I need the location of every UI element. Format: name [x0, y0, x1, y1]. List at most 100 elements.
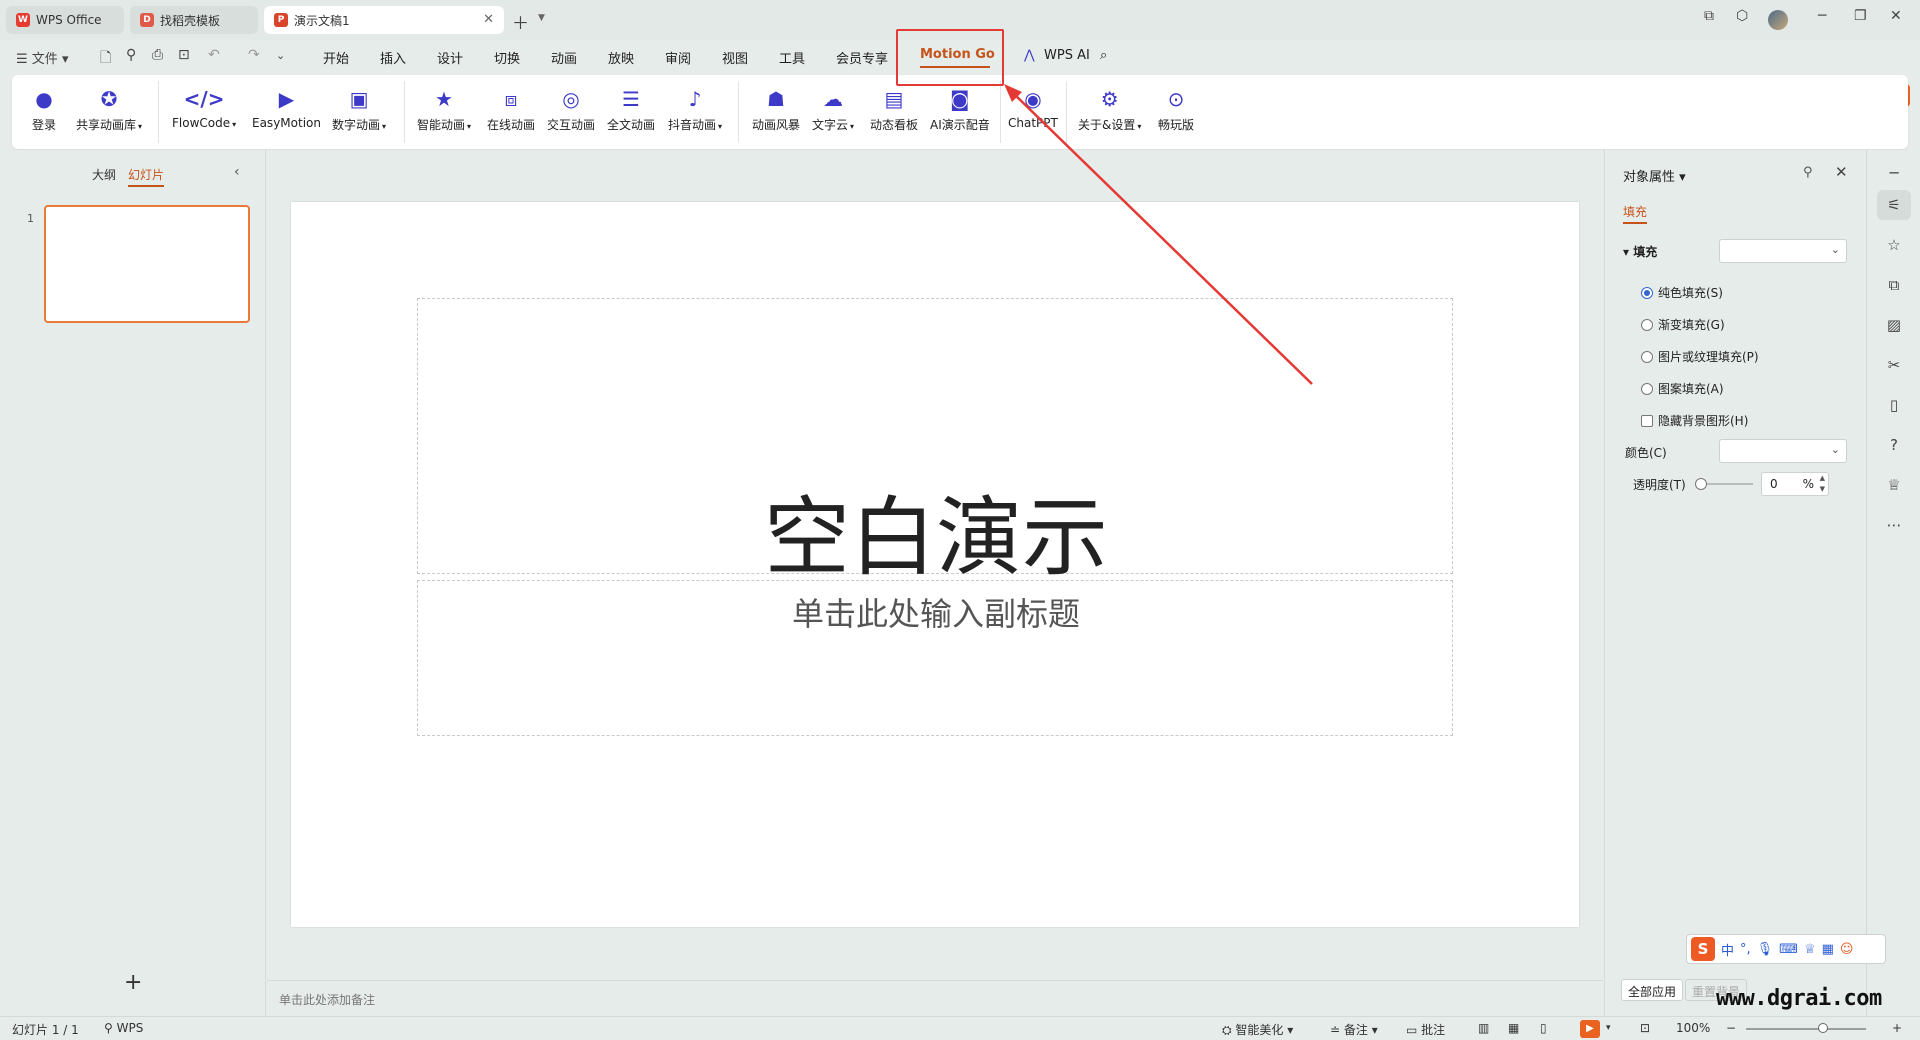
- hide-background-checkbox[interactable]: 隐藏背景图形(H): [1641, 412, 1748, 429]
- undo-icon[interactable]: ↶: [208, 47, 220, 63]
- spin-arrows-icon[interactable]: ▲ ▼: [1820, 473, 1825, 495]
- ribbon-easymotion-button[interactable]: ▶ EasyMotion: [252, 85, 321, 130]
- ribbon-smart-anim-button[interactable]: ★ 智能动画 ▾: [417, 85, 471, 133]
- tools-icon[interactable]: ✂: [1884, 356, 1904, 374]
- sorter-view-icon[interactable]: ▦: [1508, 1021, 1519, 1035]
- tab-outline[interactable]: 大纲: [92, 166, 116, 183]
- ribbon-interactive-anim-button[interactable]: ◎ 交互动画: [547, 85, 595, 133]
- menu-member[interactable]: 会员专享: [836, 48, 888, 67]
- collapse-panel-icon[interactable]: ‹: [234, 164, 240, 180]
- window-layout-icon[interactable]: ⧉: [1704, 8, 1714, 24]
- ribbon-storm-button[interactable]: ☗ 动画风暴: [752, 85, 800, 133]
- ribbon-settings-button[interactable]: ⚙ 关于&设置 ▾: [1078, 85, 1141, 133]
- radio-pattern-fill[interactable]: 图案填充(A): [1641, 380, 1724, 397]
- ribbon-ai-voice-button[interactable]: ◙ AI演示配音: [930, 85, 990, 133]
- ribbon-flowcode-button[interactable]: </> FlowCode ▾: [172, 85, 236, 130]
- apps-icon[interactable]: ▦: [1822, 942, 1834, 957]
- star-icon[interactable]: ☆: [1884, 236, 1904, 254]
- radio-solid-fill[interactable]: 纯色填充(S): [1641, 284, 1723, 301]
- menu-animation[interactable]: 动画: [551, 48, 577, 67]
- close-tab-icon[interactable]: ✕: [483, 12, 494, 27]
- ime-toolbar[interactable]: S 中 °, 🎙 ⌨ ♕ ▦ ☺: [1686, 934, 1886, 964]
- chevron-down-icon[interactable]: ▾: [1606, 1023, 1611, 1033]
- subtitle-placeholder[interactable]: 单击此处输入副标题: [417, 580, 1453, 736]
- tab-wps-office[interactable]: W WPS Office: [6, 6, 124, 34]
- slide[interactable]: 空白演示 单击此处输入副标题: [291, 202, 1579, 927]
- properties-icon[interactable]: ⚟: [1877, 190, 1911, 220]
- menu-insert[interactable]: 插入: [380, 48, 406, 67]
- ribbon-fulltext-anim-button[interactable]: ☰ 全文动画: [607, 85, 655, 133]
- menu-transition[interactable]: 切换: [494, 48, 520, 67]
- ribbon-dashboard-button[interactable]: ▤ 动态看板: [870, 85, 918, 133]
- menu-design[interactable]: 设计: [437, 48, 463, 67]
- more-icon[interactable]: ⋯: [1884, 516, 1904, 534]
- radio-picture-fill[interactable]: 图片或纹理填充(P): [1641, 348, 1759, 365]
- zoom-slider-handle[interactable]: [1818, 1023, 1828, 1033]
- search-icon[interactable]: ⌕: [1100, 48, 1107, 63]
- ribbon-chatppt-button[interactable]: ◉ ChatPPT: [1008, 85, 1058, 130]
- ribbon-number-anim-button[interactable]: ▣ 数字动画 ▾: [332, 85, 386, 133]
- add-slide-icon[interactable]: +: [124, 970, 142, 995]
- keyboard-icon[interactable]: ⌨: [1779, 942, 1798, 957]
- menu-view[interactable]: 视图: [722, 48, 748, 67]
- punctuation-icon[interactable]: °,: [1740, 942, 1751, 957]
- document-icon[interactable]: ▯: [1884, 396, 1904, 414]
- tab-fill[interactable]: 填充: [1623, 203, 1648, 224]
- ime-mode[interactable]: 中: [1721, 940, 1734, 959]
- tab-presentation[interactable]: P 演示文稿1 ✕: [264, 6, 504, 34]
- zoom-in-icon[interactable]: +: [1892, 1021, 1902, 1035]
- print-icon[interactable]: ⎙: [152, 47, 163, 63]
- slide-title[interactable]: 空白演示: [418, 467, 1454, 592]
- tab-slides[interactable]: 幻灯片: [128, 166, 165, 187]
- new-doc-icon[interactable]: 🗋: [100, 47, 111, 71]
- avatar[interactable]: [1768, 10, 1788, 30]
- microphone-icon[interactable]: 🎙: [1757, 942, 1774, 957]
- tab-template[interactable]: D 找稻壳模板: [130, 6, 258, 34]
- pane-title[interactable]: 对象属性 ▾: [1623, 166, 1686, 185]
- minimize-icon[interactable]: ─: [1818, 8, 1826, 24]
- ribbon-text-cloud-button[interactable]: ☁ 文字云 ▾: [812, 85, 854, 133]
- slide-thumbnail[interactable]: [44, 205, 250, 323]
- color-select[interactable]: ⌄: [1719, 439, 1847, 463]
- beautify-button[interactable]: ⛭ 智能美化 ▾: [1222, 1021, 1293, 1038]
- notes-area[interactable]: 单击此处添加备注: [267, 980, 1603, 1016]
- zoom-out-icon[interactable]: −: [1726, 1021, 1736, 1035]
- apply-all-button[interactable]: 全部应用: [1621, 979, 1684, 1001]
- image-edit-icon[interactable]: ▨: [1884, 316, 1904, 334]
- format-painter-icon[interactable]: ⚲: [126, 47, 136, 63]
- quick-access-chevron-icon[interactable]: ⌄: [276, 49, 285, 62]
- new-tab-icon[interactable]: ＋: [512, 9, 529, 34]
- transparency-input[interactable]: 0 % ▲ ▼: [1761, 472, 1829, 496]
- close-icon[interactable]: ✕: [1835, 163, 1848, 181]
- comment-button[interactable]: ▭ 批注: [1406, 1021, 1445, 1038]
- ribbon-tiktok-anim-button[interactable]: ♪ 抖音动画 ▾: [668, 85, 722, 133]
- radio-gradient-fill[interactable]: 渐变填充(G): [1641, 316, 1725, 333]
- zoom-level[interactable]: 100%: [1676, 1021, 1710, 1035]
- copy-icon[interactable]: ⧉: [1884, 276, 1904, 294]
- title-placeholder[interactable]: 空白演示: [417, 298, 1453, 588]
- ribbon-login-button[interactable]: ● 登录: [32, 85, 56, 133]
- print-preview-icon[interactable]: ⊡: [178, 47, 190, 63]
- slide-subtitle[interactable]: 单击此处输入副标题: [418, 589, 1454, 635]
- ribbon-play-edition-button[interactable]: ⊙ 畅玩版: [1158, 85, 1194, 133]
- restore-icon[interactable]: ❐: [1854, 8, 1867, 24]
- reading-view-icon[interactable]: ▯: [1540, 1021, 1547, 1035]
- redo-icon[interactable]: ↷: [248, 47, 260, 63]
- transparency-slider-handle[interactable]: [1695, 478, 1707, 490]
- collapse-icon[interactable]: ─: [1884, 164, 1904, 182]
- ribbon-online-anim-button[interactable]: ⧈ 在线动画: [487, 85, 535, 133]
- ribbon-share-library-button[interactable]: ✪ 共享动画库 ▾: [76, 85, 142, 133]
- wps-status-button[interactable]: ⚲ WPS: [104, 1021, 143, 1035]
- normal-view-icon[interactable]: ▥: [1478, 1021, 1489, 1035]
- skin-icon[interactable]: ♕: [1804, 942, 1816, 957]
- cube-icon[interactable]: ⬡: [1736, 8, 1748, 24]
- fill-section-header[interactable]: ▾ 填充: [1623, 243, 1657, 260]
- close-window-icon[interactable]: ✕: [1890, 8, 1902, 24]
- menu-slideshow[interactable]: 放映: [608, 48, 634, 67]
- slideshow-play-icon[interactable]: ▶: [1580, 1020, 1600, 1038]
- emoji-icon[interactable]: ☺: [1840, 942, 1854, 957]
- shirt-icon[interactable]: ♕: [1884, 476, 1904, 494]
- menu-wps-ai[interactable]: WPS AI: [1044, 48, 1090, 63]
- notes-button[interactable]: ≐ 备注 ▾: [1330, 1021, 1378, 1038]
- help-icon[interactable]: ?: [1884, 436, 1904, 454]
